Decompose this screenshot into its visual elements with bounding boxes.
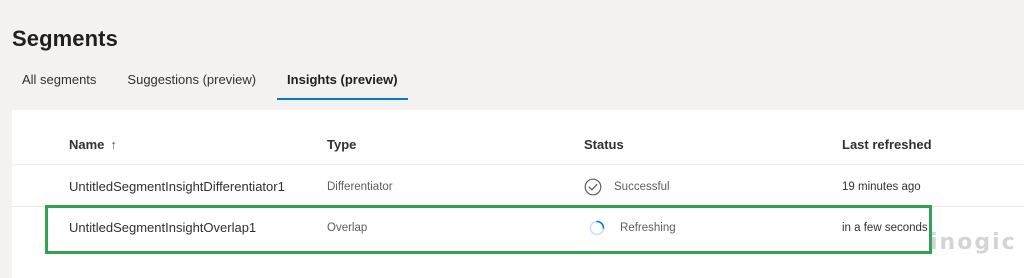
row-name[interactable]: UntitledSegmentInsightDifferentiator1 — [69, 166, 285, 207]
page-title: Segments — [12, 26, 118, 51]
table-row[interactable]: UntitledSegmentInsightOverlap1 Overlap R… — [12, 207, 1024, 248]
column-header-type[interactable]: Type — [327, 124, 356, 165]
table-header-row: Name ↑ Type Status Last refreshed — [12, 124, 1024, 165]
row-status-cell: Successful — [584, 166, 670, 207]
watermark-logo: inogic — [930, 230, 1017, 255]
column-header-status[interactable]: Status — [584, 124, 624, 165]
segments-page: Segments All segments Suggestions (previ… — [0, 0, 1024, 278]
spinner-icon — [588, 219, 606, 237]
row-status: Successful — [614, 180, 670, 193]
column-header-name-label: Name — [69, 137, 105, 152]
row-last-refreshed: in a few seconds — [842, 221, 928, 234]
row-status: Refreshing — [620, 221, 676, 234]
row-status-cell: Refreshing — [584, 207, 676, 248]
row-last-refreshed: 19 minutes ago — [842, 180, 921, 193]
column-header-name[interactable]: Name ↑ — [69, 124, 117, 165]
tab-insights[interactable]: Insights (preview) — [277, 62, 408, 100]
insights-table: Name ↑ Type Status Last refreshed Untitl… — [12, 110, 1024, 278]
row-name[interactable]: UntitledSegmentInsightOverlap1 — [69, 207, 256, 248]
row-type-cell: Differentiator — [327, 166, 393, 207]
tab-all-segments[interactable]: All segments — [12, 62, 106, 98]
row-type: Differentiator — [327, 180, 393, 193]
tab-bar: All segments Suggestions (preview) Insig… — [12, 62, 419, 102]
tab-suggestions[interactable]: Suggestions (preview) — [117, 62, 266, 98]
row-type-cell: Overlap — [327, 207, 367, 248]
row-last-refreshed-cell: in a few seconds — [842, 207, 928, 248]
row-last-refreshed-cell: 19 minutes ago — [842, 166, 921, 207]
column-header-last-refreshed[interactable]: Last refreshed — [842, 124, 932, 165]
check-circle-icon — [584, 178, 602, 196]
table-row[interactable]: UntitledSegmentInsightDifferentiator1 Di… — [12, 166, 1024, 207]
sort-ascending-icon: ↑ — [110, 137, 117, 152]
row-type: Overlap — [327, 221, 368, 234]
